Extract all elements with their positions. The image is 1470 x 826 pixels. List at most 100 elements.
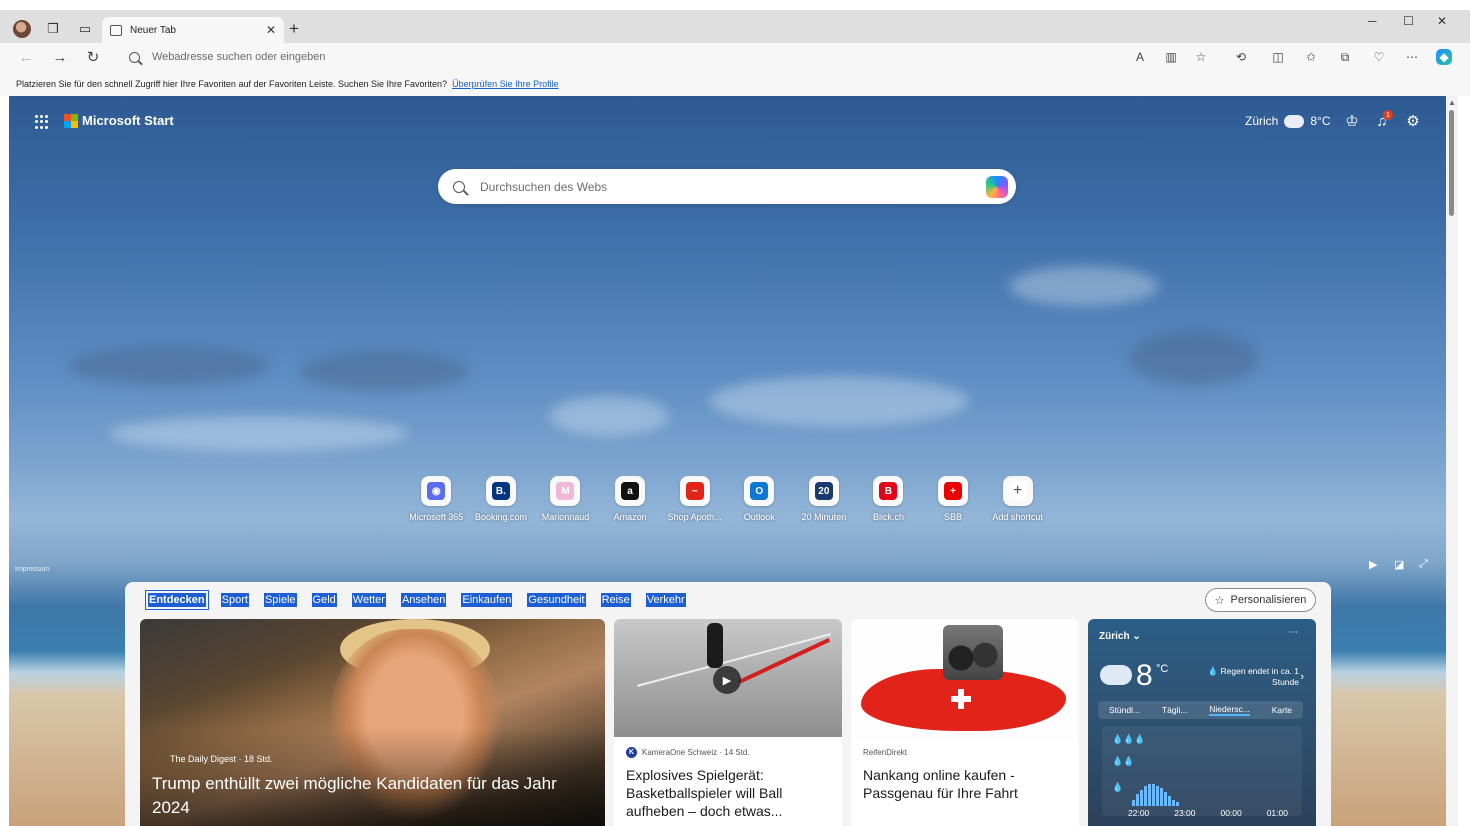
- shortcut-1[interactable]: B. Booking.com: [469, 476, 534, 522]
- time-tick-label: 00:00: [1220, 808, 1242, 818]
- play-icon[interactable]: ▶: [1369, 558, 1377, 571]
- minimize-button[interactable]: ─: [1368, 14, 1377, 28]
- lead-news-card[interactable]: The Daily Digest · 18 Std. Trump enthüll…: [140, 619, 605, 826]
- precipitation-bar: [1168, 796, 1171, 806]
- weather-tab[interactable]: Niedersc...: [1209, 704, 1250, 716]
- personalize-button[interactable]: ☆ Personalisieren: [1205, 588, 1316, 612]
- profile-avatar[interactable]: [13, 20, 31, 38]
- back-button[interactable]: ←: [16, 47, 36, 67]
- image-arrow: [737, 638, 831, 684]
- impressum-link[interactable]: Impressum: [15, 566, 50, 573]
- close-window-button[interactable]: ✕: [1437, 14, 1447, 28]
- feed-tab[interactable]: Wetter: [351, 593, 386, 607]
- page-scrollbar[interactable]: ▲: [1446, 96, 1458, 826]
- shortcut-2[interactable]: M Marionnaud: [533, 476, 598, 522]
- favorites-icon[interactable]: ✩: [1303, 49, 1319, 65]
- app-launcher-icon[interactable]: [35, 115, 49, 129]
- feed-tab[interactable]: Verkehr: [645, 593, 686, 607]
- feed-tabs: Entdecken Sport Spiele Geld Wetter Ansehen Ein…: [145, 590, 701, 610]
- tab-new-tab[interactable]: Neuer Tab ✕: [102, 17, 284, 43]
- feed-tab[interactable]: Geld: [311, 593, 337, 607]
- shortcut-tile[interactable]: B: [873, 476, 904, 506]
- scrollbar-thumb[interactable]: [1449, 110, 1454, 216]
- read-aloud-icon[interactable]: A: [1132, 49, 1148, 65]
- workspaces-icon[interactable]: ❐: [44, 20, 62, 38]
- new-tab-button[interactable]: +: [289, 19, 299, 39]
- feed-tab[interactable]: Spiele: [263, 593, 297, 607]
- extensions-icon[interactable]: ⟲: [1233, 49, 1249, 65]
- shortcut-0[interactable]: ◉ Microsoft 365: [404, 476, 469, 522]
- immersive-reader-icon[interactable]: ▥: [1163, 49, 1179, 65]
- card-title: Nankang online kaufen - Passgenau für Ih…: [863, 767, 1018, 801]
- feed-tab[interactable]: Reise: [600, 593, 631, 607]
- page-title[interactable]: Microsoft Start: [82, 113, 174, 128]
- weather-tab[interactable]: Tägli...: [1162, 705, 1188, 715]
- shortcut-3[interactable]: a Amazon: [598, 476, 663, 522]
- weather-card[interactable]: Zürich ⌄ ⋯ 8 °C 💧 Regen endet in ca. 1 S…: [1088, 619, 1316, 826]
- shortcut-tile[interactable]: M: [550, 476, 581, 506]
- shortcut-tile[interactable]: +: [1002, 476, 1033, 506]
- collections-icon[interactable]: ⧉: [1337, 49, 1353, 65]
- shortcut-logo-icon: +: [1008, 482, 1027, 500]
- shortcut-tile[interactable]: O: [744, 476, 775, 506]
- search-placeholder: Durchsuchen des Webs: [480, 179, 608, 194]
- shortcut-label: Amazon: [613, 512, 647, 522]
- shortcut-5[interactable]: O Outlook: [727, 476, 792, 522]
- search-icon: [129, 51, 140, 63]
- shortcut-tile[interactable]: +: [938, 476, 969, 506]
- favbar-profile-link[interactable]: Überprüfen Sie Ihre Profile: [452, 79, 559, 89]
- close-tab-icon[interactable]: ✕: [266, 23, 276, 37]
- news-card[interactable]: ▶ K KameraOne Schweiz · 14 Std. Explosiv…: [614, 619, 842, 826]
- browser-essentials-icon[interactable]: ♡: [1371, 49, 1387, 65]
- new-tab-page: Microsoft Start Zürich 8°C ♔ ♫ 1 ⚙ Durch…: [9, 96, 1446, 826]
- shortcut-tile[interactable]: 20: [808, 476, 839, 506]
- header-weather[interactable]: Zürich 8°C: [1245, 114, 1330, 128]
- feed-tab[interactable]: Einkaufen: [461, 593, 513, 607]
- address-bar[interactable]: Webadresse suchen oder eingeben: [117, 44, 1157, 70]
- swiss-cross-icon: [951, 689, 971, 709]
- copilot-search-icon[interactable]: [986, 175, 1008, 198]
- publisher-logo-icon: K: [626, 747, 637, 758]
- weather-city[interactable]: Zürich ⌄: [1099, 631, 1141, 642]
- favorite-star-icon[interactable]: ☆: [1193, 49, 1209, 65]
- precipitation-bar: [1172, 800, 1175, 806]
- tab-title: Neuer Tab: [130, 24, 176, 36]
- background-cloud: [109, 416, 409, 451]
- shortcut-6[interactable]: 20 20 Minuten: [792, 476, 857, 522]
- shortcut-tile[interactable]: ~: [679, 476, 710, 506]
- tab-actions-icon[interactable]: ▭: [76, 20, 94, 38]
- feed-tab[interactable]: Entdecken: [145, 590, 209, 610]
- favorites-bar: Platzieren Sie für den schnell Zugriff h…: [0, 71, 1470, 96]
- background-info-icon[interactable]: ◪: [1394, 558, 1404, 571]
- fullscreen-icon[interactable]: ⤢: [1419, 558, 1428, 571]
- shortcut-logo-icon: B.: [491, 482, 510, 500]
- shortcut-7[interactable]: B Blick.ch: [856, 476, 921, 522]
- rewards-trophy-icon[interactable]: ♔: [1343, 112, 1361, 130]
- split-screen-icon[interactable]: ◫: [1270, 49, 1286, 65]
- refresh-button[interactable]: ↻: [83, 47, 103, 67]
- maximize-button[interactable]: ☐: [1403, 14, 1414, 28]
- feed-tab[interactable]: Gesundheit: [527, 593, 586, 607]
- settings-gear-icon[interactable]: ⚙: [1404, 112, 1422, 130]
- shortcut-tile[interactable]: ◉: [421, 476, 452, 506]
- web-search-box[interactable]: Durchsuchen des Webs: [438, 169, 1016, 204]
- shortcut-4[interactable]: ~ Shop Apoth...: [662, 476, 727, 522]
- video-play-icon[interactable]: ▶: [713, 666, 741, 694]
- card-title: Explosives Spielgerät: Basketballspieler…: [626, 767, 783, 819]
- background-cloud: [1009, 266, 1159, 306]
- feed-tab[interactable]: Ansehen: [400, 593, 447, 607]
- chevron-right-icon[interactable]: ›: [1300, 671, 1304, 683]
- shortcut-tile[interactable]: B.: [485, 476, 516, 506]
- more-options-icon[interactable]: ⋯: [1288, 627, 1298, 638]
- weather-tab[interactable]: Stündl...: [1109, 705, 1140, 715]
- weather-tab[interactable]: Karte: [1272, 705, 1292, 715]
- copilot-icon[interactable]: ◆: [1436, 49, 1452, 65]
- forward-button[interactable]: →: [50, 47, 70, 67]
- more-options-icon[interactable]: ⋯: [1404, 49, 1420, 65]
- shortcut-9[interactable]: + Add shortcut: [985, 476, 1050, 522]
- shortcut-tile[interactable]: a: [615, 476, 646, 506]
- feed-tab[interactable]: Sport: [220, 593, 249, 607]
- ad-card[interactable]: ReifenDirekt Nankang online kaufen - Pas…: [851, 619, 1079, 826]
- scroll-up-icon[interactable]: ▲: [1448, 98, 1456, 107]
- shortcut-8[interactable]: + SBB: [921, 476, 986, 522]
